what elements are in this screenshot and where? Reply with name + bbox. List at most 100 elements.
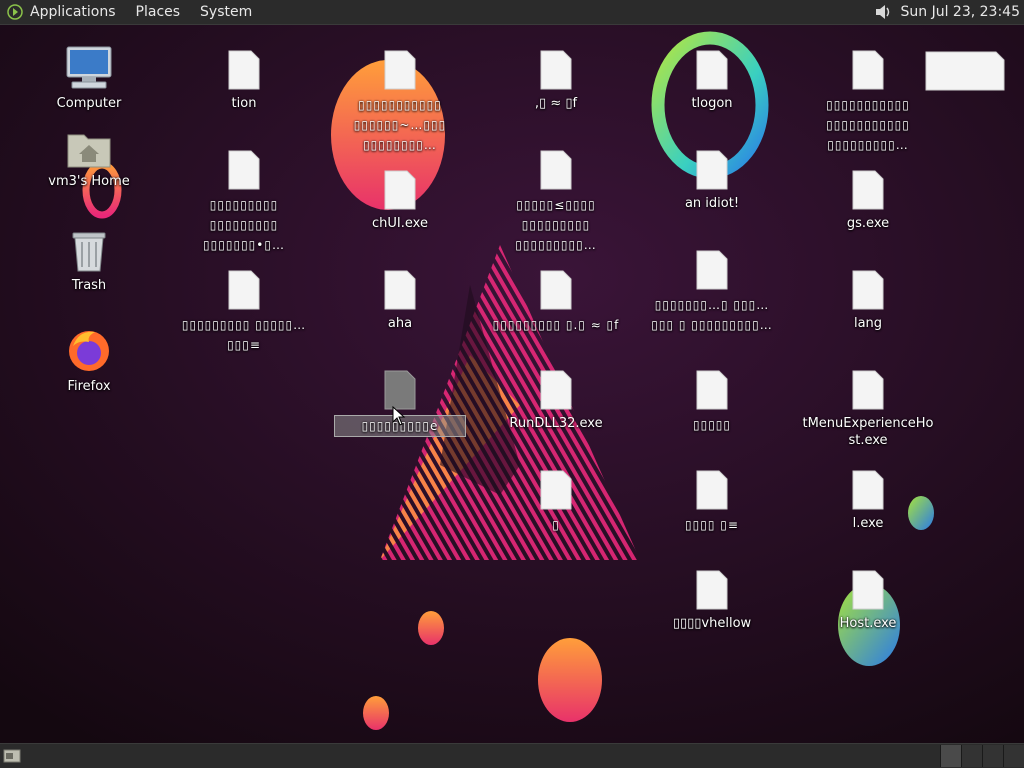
desktop-icon-label: vm3's Home bbox=[48, 174, 130, 189]
tray: Sun Jul 23, 23:45 bbox=[873, 0, 1021, 24]
file-label: ▯▯▯▯▯▯▯▯▯ ▯.▯ ≈ ▯f bbox=[492, 318, 620, 332]
workspace-4[interactable] bbox=[1003, 745, 1024, 767]
desktop-icon-label: Computer bbox=[56, 96, 122, 111]
workspace-1[interactable] bbox=[940, 745, 961, 767]
workspace-2[interactable] bbox=[961, 745, 982, 767]
file-label: aha bbox=[387, 316, 413, 331]
home-folder-icon bbox=[67, 134, 111, 168]
file-icon[interactable]: chUI.exe bbox=[334, 169, 466, 232]
file-label: ▯▯▯▯▯▯▯▯▯ ▯▯▯▯▯▯▯▯▯ ▯▯▯▯▯▯▯•▯… bbox=[203, 198, 285, 252]
document-icon bbox=[696, 570, 728, 610]
file-label: chUI.exe bbox=[372, 216, 428, 231]
top-panel: Applications Places System Sun Jul 23, 2… bbox=[0, 0, 1024, 25]
file-icon[interactable]: ▯▯▯▯ ▯≡ bbox=[646, 469, 778, 535]
file-label: lang bbox=[853, 316, 883, 331]
file-icon[interactable]: Host.exe bbox=[802, 569, 934, 632]
file-icon[interactable]: ▯▯▯▯▯▯▯…▯ ▯▯▯…▯▯▯ ▯ ▯▯▯▯▯▯▯▯▯… bbox=[646, 249, 778, 335]
desktop-icon-label: Firefox bbox=[67, 379, 111, 394]
document-icon[interactable] bbox=[924, 50, 1006, 92]
file-icon-selected[interactable]: ▯▯▯▯▯▯▯▯▯e bbox=[334, 369, 466, 437]
file-label: ▯▯▯▯▯≤▯▯▯▯ ▯▯▯▯▯▯▯▯▯ ▯▯▯▯▯▯▯▯▯… bbox=[515, 198, 597, 252]
file-label: ▯▯▯▯▯▯▯…▯ ▯▯▯…▯▯▯ ▯ ▯▯▯▯▯▯▯▯▯… bbox=[651, 298, 773, 332]
file-label: Host.exe bbox=[839, 616, 897, 631]
document-icon bbox=[696, 470, 728, 510]
mouse-cursor-icon bbox=[392, 406, 406, 426]
file-icon[interactable]: ▯▯▯▯vhellow bbox=[646, 569, 778, 632]
desktop-icon-label: Trash bbox=[71, 278, 107, 293]
file-icon[interactable]: ▯▯▯▯▯ bbox=[646, 369, 778, 435]
document-icon bbox=[540, 270, 572, 310]
menu-system[interactable]: System bbox=[194, 4, 258, 20]
file-label: tion bbox=[231, 96, 257, 111]
document-icon bbox=[852, 470, 884, 510]
firefox-icon bbox=[69, 331, 109, 371]
document-icon bbox=[852, 270, 884, 310]
file-icon[interactable]: an idiot! bbox=[646, 149, 778, 212]
file-icon[interactable]: tMenuExperienceHost.exe bbox=[802, 369, 934, 449]
file-icon[interactable]: ▯▯▯▯▯▯▯▯▯▯▯ ▯▯▯▯▯▯~…▯▯▯ ▯▯▯▯▯▯▯▯… bbox=[334, 49, 466, 155]
file-icon[interactable]: ▯ bbox=[490, 469, 622, 535]
file-icon[interactable]: RunDLL32.exe bbox=[490, 369, 622, 432]
speaker-icon[interactable] bbox=[873, 2, 893, 22]
file-icon[interactable]: ▯▯▯▯▯≤▯▯▯▯ ▯▯▯▯▯▯▯▯▯ ▯▯▯▯▯▯▯▯▯… bbox=[490, 149, 622, 255]
clock[interactable]: Sun Jul 23, 23:45 bbox=[901, 4, 1021, 20]
document-icon bbox=[540, 150, 572, 190]
file-label: ▯▯▯▯▯▯▯▯▯ ▯▯▯▯▯…▯▯▯≡ bbox=[181, 318, 307, 352]
file-icon[interactable]: aha bbox=[334, 269, 466, 332]
document-icon bbox=[384, 50, 416, 90]
document-icon bbox=[384, 170, 416, 210]
menu-applications[interactable]: Applications bbox=[24, 4, 122, 20]
document-icon bbox=[384, 270, 416, 310]
file-label: ▯▯▯▯▯▯▯▯▯▯▯ ▯▯▯▯▯▯~…▯▯▯ ▯▯▯▯▯▯▯▯… bbox=[353, 98, 447, 152]
document-icon bbox=[852, 170, 884, 210]
desktop[interactable]: Computer vm3's Home Trash Firefox tion ▯ bbox=[0, 25, 1024, 743]
file-icon[interactable]: ▯▯▯▯▯▯▯▯▯ ▯▯▯▯▯…▯▯▯≡ bbox=[178, 269, 310, 355]
desktop-icon-home[interactable]: vm3's Home bbox=[23, 129, 155, 190]
file-label: l.exe bbox=[852, 516, 884, 531]
file-icon[interactable]: gs.exe bbox=[802, 169, 934, 232]
file-label: ▯▯▯▯ ▯≡ bbox=[685, 518, 739, 532]
document-icon bbox=[540, 370, 572, 410]
file-label: ▯▯▯▯▯ bbox=[692, 418, 732, 432]
document-icon bbox=[852, 50, 884, 90]
document-icon bbox=[852, 370, 884, 410]
document-icon bbox=[540, 50, 572, 90]
file-icon[interactable]: lang bbox=[802, 269, 934, 332]
document-icon bbox=[696, 370, 728, 410]
file-icon[interactable]: ▯▯▯▯▯▯▯▯▯▯▯ ▯▯▯▯▯▯▯▯▯▯▯ ▯▯▯▯▯▯▯▯▯… bbox=[802, 49, 934, 155]
document-icon bbox=[852, 570, 884, 610]
file-icon[interactable]: ▯▯▯▯▯▯▯▯▯ ▯▯▯▯▯▯▯▯▯ ▯▯▯▯▯▯▯•▯… bbox=[178, 149, 310, 255]
file-icon[interactable]: ▯▯▯▯▯▯▯▯▯ ▯.▯ ≈ ▯f bbox=[490, 269, 622, 335]
file-label: RunDLL32.exe bbox=[509, 416, 603, 431]
file-icon[interactable]: ,▯ ≈ ▯f bbox=[490, 49, 622, 112]
distro-logo-icon[interactable] bbox=[6, 3, 24, 21]
file-label: tlogon bbox=[691, 96, 733, 111]
desktop-icon-trash[interactable]: Trash bbox=[23, 227, 155, 294]
document-icon bbox=[228, 50, 260, 90]
document-icon bbox=[228, 150, 260, 190]
document-icon bbox=[384, 370, 416, 410]
document-icon bbox=[228, 270, 260, 310]
file-label: ▯▯▯▯▯▯▯▯▯▯▯ ▯▯▯▯▯▯▯▯▯▯▯ ▯▯▯▯▯▯▯▯▯… bbox=[826, 98, 910, 152]
file-label: ,▯ ≈ ▯f bbox=[534, 96, 578, 111]
document-icon bbox=[696, 50, 728, 90]
file-icon[interactable]: tlogon bbox=[646, 49, 778, 112]
document-icon bbox=[696, 150, 728, 190]
show-desktop-icon[interactable] bbox=[3, 748, 21, 764]
desktop-icon-computer[interactable]: Computer bbox=[23, 45, 155, 112]
file-label: ▯▯▯▯vhellow bbox=[672, 616, 752, 631]
computer-icon bbox=[66, 46, 112, 89]
file-icon[interactable]: l.exe bbox=[802, 469, 934, 532]
workspace-switcher[interactable] bbox=[940, 744, 1024, 768]
workspace-3[interactable] bbox=[982, 745, 1003, 767]
desktop-icon-firefox[interactable]: Firefox bbox=[23, 326, 155, 395]
file-label: ▯ bbox=[552, 518, 560, 532]
document-icon bbox=[696, 250, 728, 290]
trash-icon bbox=[72, 232, 106, 272]
bottom-panel bbox=[0, 743, 1024, 768]
file-label: tMenuExperienceHost.exe bbox=[802, 416, 934, 448]
document-icon bbox=[540, 470, 572, 510]
file-icon[interactable]: tion bbox=[178, 49, 310, 112]
file-label: an idiot! bbox=[684, 196, 740, 211]
menu-places[interactable]: Places bbox=[130, 4, 187, 20]
